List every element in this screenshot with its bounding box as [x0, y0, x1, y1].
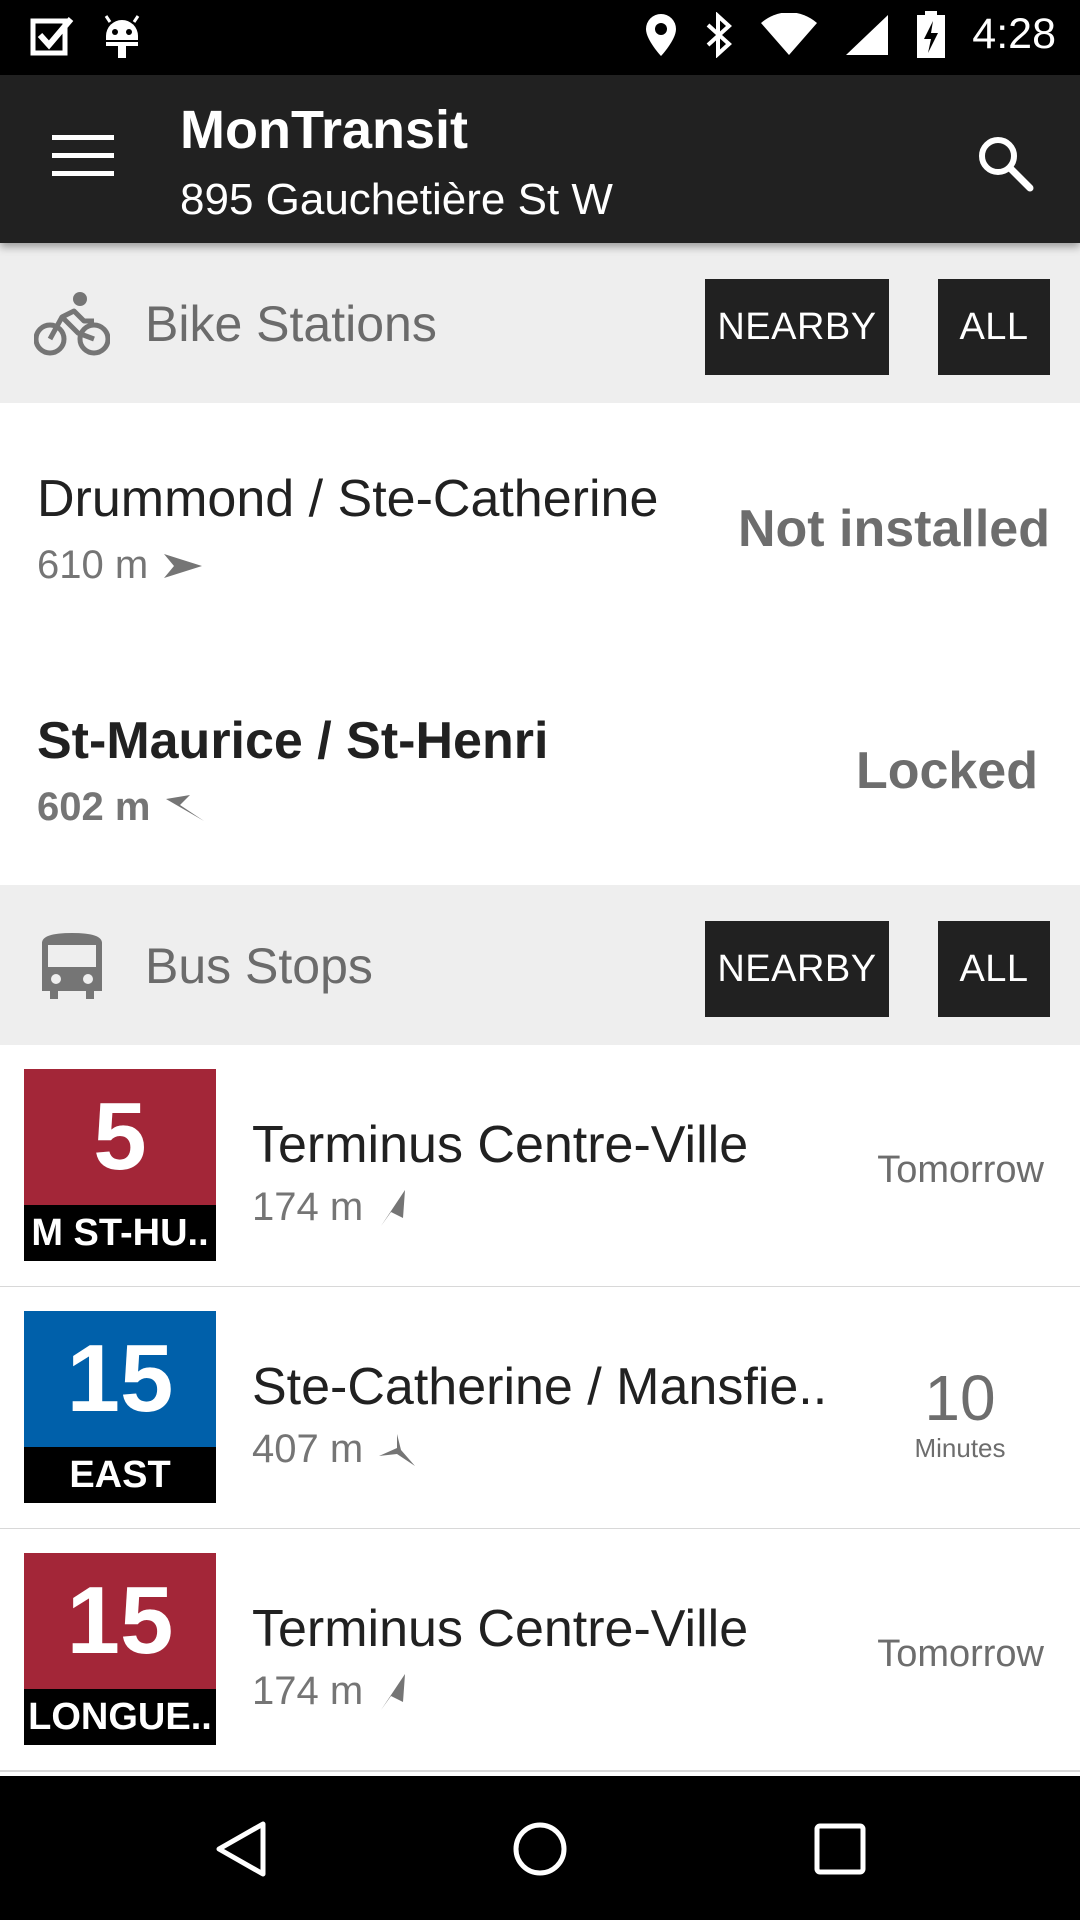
bike-station-name: Drummond / Ste-Catherine — [37, 470, 659, 528]
hamburger-menu-icon[interactable] — [52, 135, 114, 179]
stop-distance: 174 m — [252, 1185, 409, 1230]
status-bar: 4:28 — [0, 0, 1080, 75]
search-icon[interactable] — [975, 133, 1035, 193]
route-badge: 15 LONGUE.. — [24, 1553, 216, 1745]
location-icon — [646, 13, 677, 56]
bluetooth-icon — [706, 11, 733, 58]
bus-all-button[interactable]: ALL — [938, 921, 1050, 1017]
direction-arrow-icon — [164, 553, 203, 578]
route-direction: EAST — [24, 1447, 216, 1503]
route-number: 15 — [24, 1311, 216, 1447]
back-icon[interactable] — [213, 1820, 271, 1878]
bike-section-header: Bike Stations NEARBY ALL — [0, 243, 1080, 403]
wifi-icon — [761, 12, 818, 55]
bike-station-row[interactable]: Drummond / Ste-Catherine 610 m Not insta… — [0, 403, 1080, 647]
clock: 4:28 — [972, 10, 1056, 58]
direction-arrow-icon — [166, 794, 205, 821]
navigation-bar — [0, 1776, 1080, 1920]
stop-name: Ste-Catherine / Mansfie.. — [252, 1358, 828, 1416]
minutes-value: 10 — [924, 1362, 996, 1434]
bike-icon — [34, 292, 110, 356]
recents-icon[interactable] — [811, 1820, 869, 1878]
stop-name: Terminus Centre-Ville — [252, 1116, 749, 1174]
stop-schedule: 10 Minutes — [890, 1363, 1030, 1464]
stop-schedule: Tomorrow — [877, 1149, 1044, 1191]
stop-distance: 174 m — [252, 1669, 409, 1714]
bike-station-status: Not installed — [737, 500, 1050, 558]
bus-stop-row[interactable]: 15 LONGUE.. Terminus Centre-Ville 174 m … — [0, 1529, 1080, 1772]
app-title: MonTransit — [180, 100, 469, 160]
minutes-unit: Minutes — [914, 1433, 1006, 1463]
direction-arrow-icon — [381, 1189, 406, 1226]
bike-station-status: Locked — [855, 742, 1038, 800]
route-badge: 5 M ST-HU.. — [24, 1069, 216, 1261]
route-direction: LONGUE.. — [24, 1689, 216, 1745]
route-number: 15 — [24, 1553, 216, 1689]
stop-schedule: Tomorrow — [877, 1633, 1044, 1675]
bike-nearby-button[interactable]: NEARBY — [705, 279, 889, 375]
bus-section-header: Bus Stops NEARBY ALL — [0, 885, 1080, 1045]
bike-station-row[interactable]: St-Maurice / St-Henri 602 m Locked — [0, 645, 1080, 885]
bus-icon — [42, 933, 102, 999]
checkbox-icon — [30, 17, 74, 56]
direction-arrow-icon — [381, 1673, 406, 1710]
section-title-bus: Bus Stops — [145, 938, 373, 994]
direction-arrow-icon — [379, 1433, 416, 1466]
route-badge: 15 EAST — [24, 1311, 216, 1503]
route-number: 5 — [24, 1069, 216, 1205]
bus-stop-row[interactable]: 5 M ST-HU.. Terminus Centre-Ville 174 m … — [0, 1045, 1080, 1288]
bus-nearby-button[interactable]: NEARBY — [705, 921, 889, 1017]
app-subtitle: 895 Gauchetière St W — [180, 175, 613, 224]
bike-station-name: St-Maurice / St-Henri — [37, 712, 549, 770]
battery-charging-icon — [917, 10, 946, 58]
bike-station-distance: 602 m — [37, 785, 206, 830]
bike-station-distance: 610 m — [37, 543, 204, 588]
stop-name: Terminus Centre-Ville — [252, 1600, 749, 1658]
bike-all-button[interactable]: ALL — [938, 279, 1050, 375]
home-icon[interactable] — [511, 1820, 569, 1878]
android-icon — [104, 15, 140, 58]
bus-stop-row[interactable]: 15 EAST Ste-Catherine / Mansfie.. 407 m … — [0, 1287, 1080, 1530]
section-title-bike: Bike Stations — [145, 296, 437, 352]
signal-icon — [846, 14, 889, 55]
route-direction: M ST-HU.. — [24, 1205, 216, 1261]
app-bar: MonTransit 895 Gauchetière St W — [0, 75, 1080, 243]
stop-distance: 407 m — [252, 1427, 417, 1472]
